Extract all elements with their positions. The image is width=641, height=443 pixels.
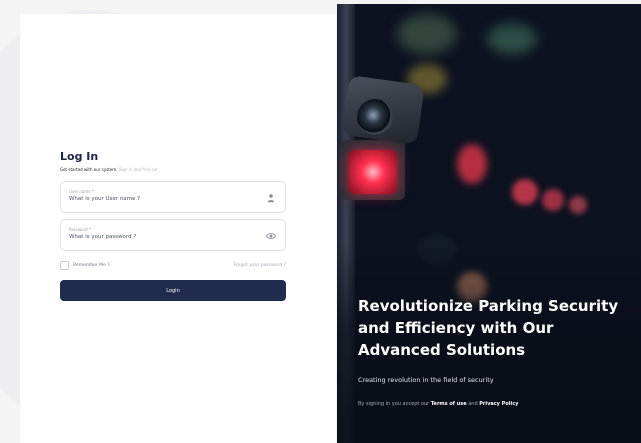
bokeh-light	[542, 189, 564, 211]
username-input[interactable]	[69, 196, 249, 202]
subtitle-muted-text: Sign in and find out.	[118, 167, 160, 172]
bokeh-light	[569, 196, 587, 214]
legal-and: and	[468, 401, 478, 407]
password-label: Password *	[69, 227, 91, 232]
camera-lens	[357, 99, 393, 135]
terms-link[interactable]: Terms of use	[431, 401, 467, 407]
remember-me[interactable]: Remember Me ?	[60, 260, 110, 270]
username-field[interactable]: User name *	[60, 181, 286, 213]
login-subtitle: Get started with our system. Sign in and…	[60, 167, 286, 172]
subtitle-text: Get started with our system.	[60, 167, 118, 172]
legal-prefix: By signing in you accept our	[358, 401, 430, 407]
password-field[interactable]: Password *	[60, 219, 286, 251]
login-button[interactable]: Login	[60, 280, 286, 301]
camera-light	[349, 150, 397, 194]
remember-checkbox[interactable]	[60, 260, 69, 270]
login-panel: Log In Get started with our system. Sign…	[20, 14, 336, 443]
bokeh-light	[487, 24, 537, 54]
login-title: Log In	[60, 150, 99, 163]
page: Log In Get started with our system. Sign…	[0, 0, 641, 443]
privacy-link[interactable]: Privacy Policy	[479, 401, 518, 407]
bokeh-light	[512, 179, 538, 205]
remember-label: Remember Me ?	[73, 262, 110, 268]
login-form: Log In Get started with our system. Sign…	[60, 150, 286, 301]
forgot-password-link[interactable]: Forgot your password ?	[234, 263, 287, 268]
password-input[interactable]	[69, 234, 249, 240]
bokeh-light	[397, 14, 457, 54]
hero-headline: Revolutionize Parking Security and Effic…	[358, 297, 619, 359]
username-label: User name *	[69, 189, 95, 194]
options-row: Remember Me ? Forgot your password ?	[60, 259, 286, 271]
hero-tagline: Creating revolution in the field of secu…	[358, 376, 494, 384]
eye-icon[interactable]	[266, 231, 276, 241]
bokeh-light	[457, 144, 487, 184]
legal-text: By signing in you accept our Terms of us…	[358, 401, 518, 407]
hero-panel: Revolutionize Parking Security and Effic…	[337, 4, 641, 443]
user-icon	[267, 194, 275, 203]
